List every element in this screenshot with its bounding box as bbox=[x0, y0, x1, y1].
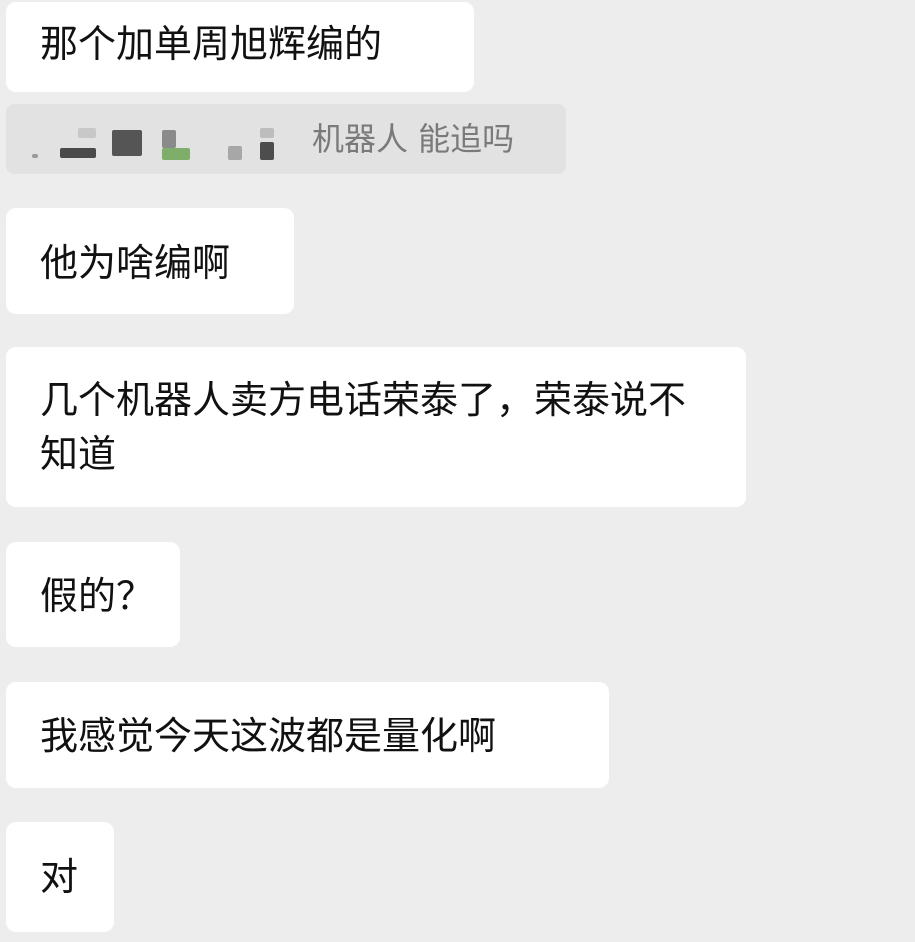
quoted-message-text: 机器人 能追吗 bbox=[312, 120, 515, 158]
redacted-sender-name bbox=[22, 118, 292, 166]
message-bubble[interactable]: 假的？ bbox=[6, 542, 180, 647]
quoted-message[interactable]: 机器人 能追吗 bbox=[6, 104, 566, 174]
message-bubble[interactable]: 我感觉今天这波都是量化啊 bbox=[6, 682, 609, 788]
chat-message-list[interactable]: 那个加单周旭辉编的 机器人 能追吗 他为啥编啊 几个机器人卖方电话荣泰了，荣泰说… bbox=[0, 0, 915, 942]
message-bubble[interactable]: 对 bbox=[6, 822, 114, 932]
message-text: 我感觉今天这波都是量化啊 bbox=[40, 714, 497, 758]
message-bubble[interactable]: 几个机器人卖方电话荣泰了，荣泰说不知道 bbox=[6, 347, 746, 507]
message-text: 那个加单周旭辉编的 bbox=[40, 22, 383, 66]
message-text: 几个机器人卖方电话荣泰了，荣泰说不知道 bbox=[40, 378, 687, 476]
message-text: 假的？ bbox=[40, 574, 155, 618]
message-bubble[interactable]: 那个加单周旭辉编的 bbox=[6, 2, 474, 92]
message-text: 他为啥编啊 bbox=[40, 241, 231, 285]
message-text: 对 bbox=[40, 855, 79, 899]
message-bubble[interactable]: 他为啥编啊 bbox=[6, 208, 294, 314]
